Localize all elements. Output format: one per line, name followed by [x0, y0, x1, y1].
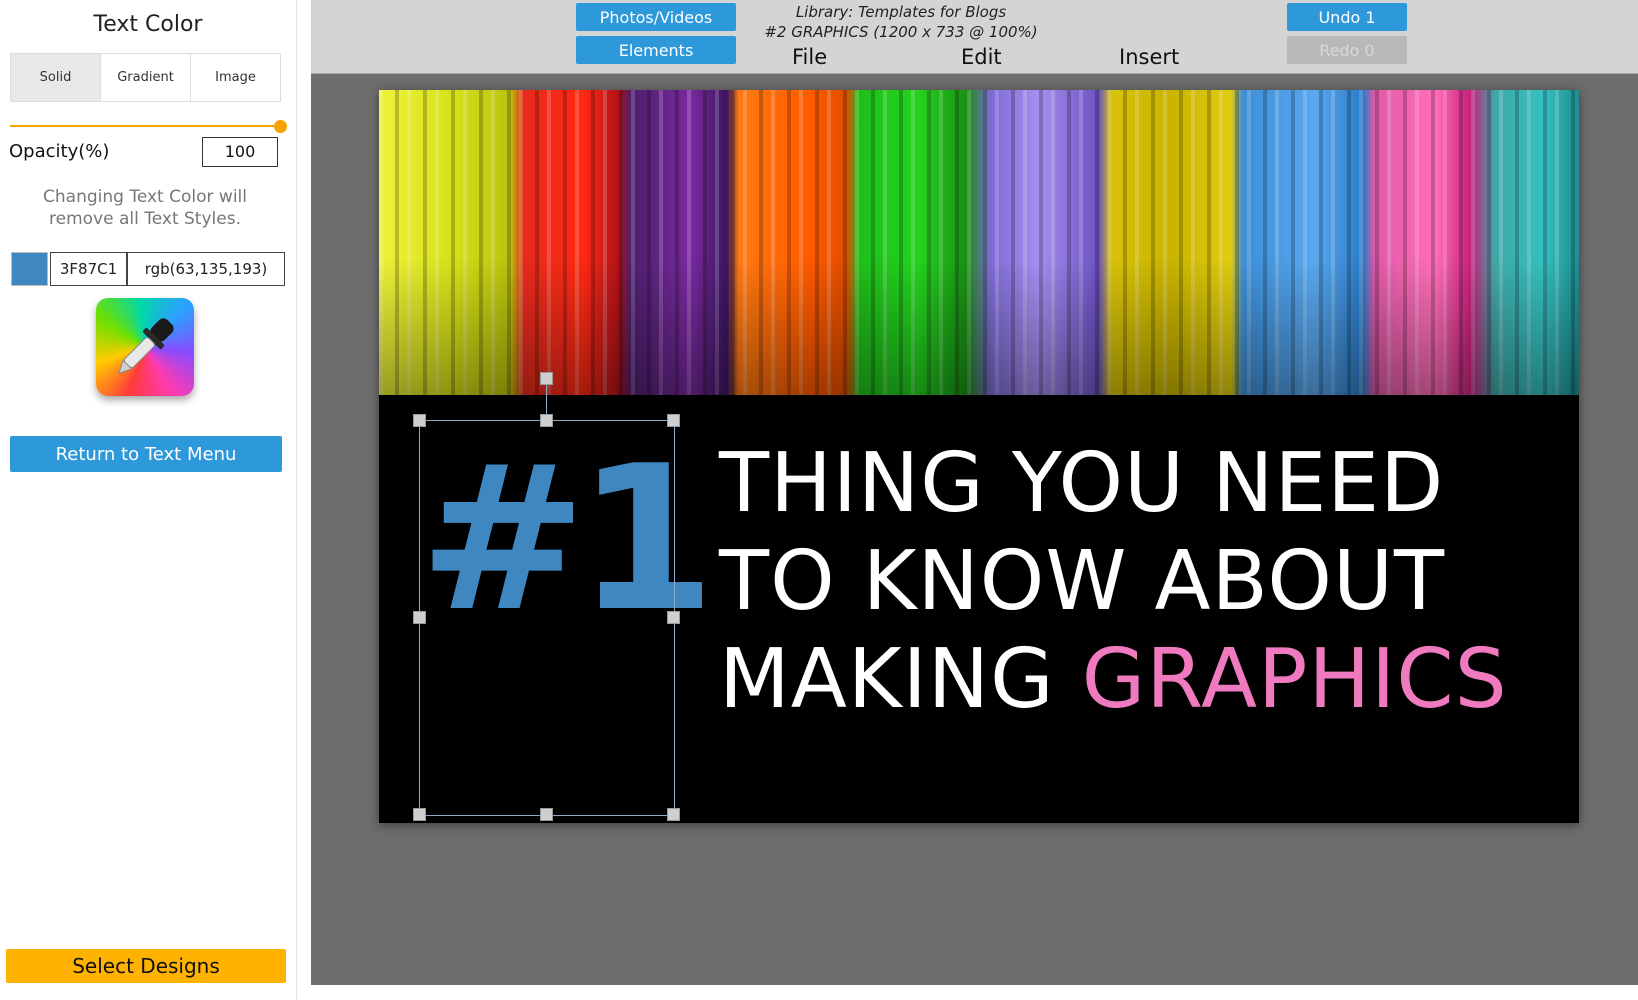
library-info: Library: Templates for Blogs #2 GRAPHICS… [761, 2, 1041, 42]
selection-box [419, 420, 675, 816]
color-warning-note: Changing Text Color will remove all Text… [10, 186, 280, 230]
elements-button[interactable]: Elements [576, 36, 736, 64]
tab-solid[interactable]: Solid [11, 54, 101, 101]
opacity-slider-thumb[interactable] [274, 120, 287, 133]
opacity-label: Opacity(%) [9, 141, 110, 162]
editor-workspace: Photos/Videos Elements File Edit Insert … [311, 0, 1638, 985]
note-line-2: remove all Text Styles. [49, 209, 241, 229]
eyedropper-icon [118, 318, 174, 374]
menu-file[interactable]: File [792, 45, 827, 69]
resize-handle-left[interactable] [413, 611, 426, 624]
redo-button[interactable]: Redo 0 [1287, 36, 1407, 64]
resize-handle-bottom-left[interactable] [413, 808, 426, 821]
document-info: #2 GRAPHICS (1200 x 733 @ 100%) [764, 23, 1038, 41]
menu-edit[interactable]: Edit [961, 45, 1002, 69]
photos-videos-button[interactable]: Photos/Videos [576, 3, 736, 31]
headline-line-3: MAKING GRAPHICS [719, 631, 1508, 729]
resize-handle-top-left[interactable] [413, 414, 426, 427]
tab-image[interactable]: Image [191, 54, 280, 101]
resize-handle-top-right[interactable] [667, 414, 680, 427]
panel-title: Text Color [93, 12, 203, 37]
library-name: Library: Templates for Blogs [795, 3, 1007, 21]
headline-text[interactable]: THING YOU NEED TO KNOW ABOUT MAKING GRAP… [719, 435, 1508, 729]
headline-word-graphics: GRAPHICS [1081, 632, 1508, 727]
rgb-color-field[interactable]: rgb(63,135,193) [127, 252, 285, 286]
top-toolbar: Photos/Videos Elements File Edit Insert … [311, 0, 1638, 74]
headline-line-1: THING YOU NEED [719, 436, 1445, 531]
tab-gradient[interactable]: Gradient [101, 54, 191, 101]
color-swatch[interactable] [11, 252, 48, 286]
rotate-handle[interactable] [540, 372, 553, 385]
headline-word-making: MAKING [719, 632, 1082, 727]
return-to-text-menu-button[interactable]: Return to Text Menu [10, 436, 282, 472]
note-line-1: Changing Text Color will [43, 187, 247, 207]
colorful-stripes-image[interactable] [379, 90, 1579, 395]
resize-handle-right[interactable] [667, 611, 680, 624]
text-color-panel: Text Color Solid Gradient Image Opacity(… [0, 0, 297, 1000]
resize-handle-bottom[interactable] [540, 808, 553, 821]
bottom-edge [311, 985, 1638, 1000]
undo-button[interactable]: Undo 1 [1287, 3, 1407, 31]
opacity-slider-track[interactable] [10, 125, 280, 127]
resize-handle-top[interactable] [540, 414, 553, 427]
resize-handle-bottom-right[interactable] [667, 808, 680, 821]
menu-insert[interactable]: Insert [1119, 45, 1179, 69]
headline-line-2: TO KNOW ABOUT [719, 534, 1446, 629]
color-picker-button[interactable] [96, 298, 194, 396]
design-canvas[interactable]: #1 THING YOU NEED TO KNOW ABOUT MAKING G… [379, 90, 1579, 823]
opacity-input[interactable]: 100 [202, 137, 278, 167]
hex-color-field[interactable]: 3F87C1 [50, 252, 127, 286]
select-designs-button[interactable]: Select Designs [6, 949, 286, 983]
fill-type-tabs: Solid Gradient Image [10, 53, 281, 102]
